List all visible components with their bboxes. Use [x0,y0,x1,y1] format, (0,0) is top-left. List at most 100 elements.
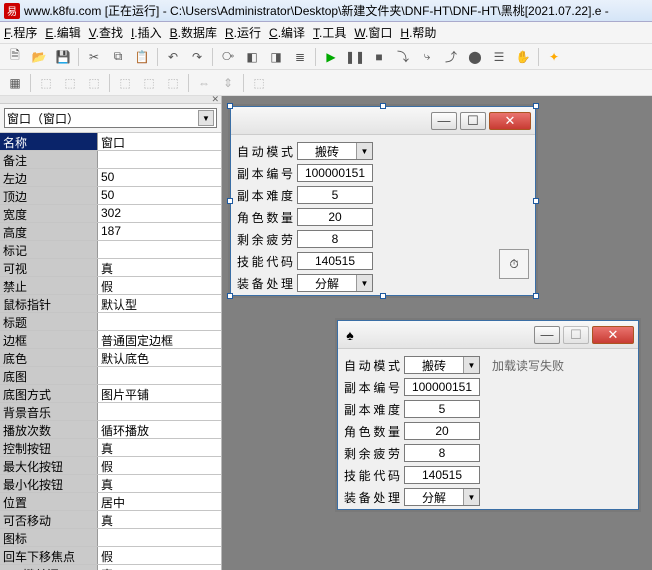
stop-icon[interactable]: ■ [368,46,390,68]
property-value[interactable]: 187 [98,223,221,240]
property-row[interactable]: 顶边50 [0,187,221,205]
menu-item[interactable]: I.插入 [131,24,162,41]
align-bot-icon[interactable]: ⬚ [162,72,184,94]
run-icon[interactable]: ▶ [320,46,342,68]
property-row[interactable]: 播放次数循环播放 [0,421,221,439]
property-row[interactable]: 边框普通固定边框 [0,331,221,349]
form-input[interactable]: 20 [297,208,373,226]
property-row[interactable]: 名称窗口 [0,133,221,151]
property-row[interactable]: 图标 [0,529,221,547]
align-mid-icon[interactable]: ⬚ [138,72,160,94]
grid-icon[interactable]: ▦ [4,72,26,94]
hand-icon[interactable]: ✋ [512,46,534,68]
menu-item[interactable]: B.数据库 [170,24,217,41]
step-into-icon[interactable]: ⤷ [416,46,438,68]
timer-button[interactable]: ⏱ [499,249,529,279]
property-row[interactable]: 底图方式图片平铺 [0,385,221,403]
property-value[interactable]: 50 [98,169,221,186]
align-center-icon[interactable]: ⬚ [59,72,81,94]
form-select[interactable]: 分解▼ [404,488,480,506]
property-value[interactable]: 图片平铺 [98,385,221,402]
close-icon[interactable]: ✕ [489,112,531,130]
chevron-down-icon[interactable]: ▼ [356,143,372,159]
property-row[interactable]: 宽度302 [0,205,221,223]
property-value[interactable]: 真 [98,511,221,528]
form-input[interactable]: 100000151 [404,378,480,396]
property-value[interactable] [98,529,221,546]
breakpoint-icon[interactable]: ⬤ [464,46,486,68]
property-row[interactable]: 可否移动真 [0,511,221,529]
form-input[interactable]: 20 [404,422,480,440]
chevron-down-icon[interactable]: ▼ [356,275,372,291]
property-value[interactable]: 302 [98,205,221,222]
property-row[interactable]: 可视真 [0,259,221,277]
chevron-down-icon[interactable]: ▼ [198,110,214,126]
chevron-down-icon[interactable]: ▼ [463,489,479,505]
property-value[interactable] [98,241,221,258]
list-icon[interactable]: ≣ [289,46,311,68]
form-select[interactable]: 搬砖▼ [297,142,373,160]
property-value[interactable]: 真 [98,565,221,570]
property-value[interactable]: 循环播放 [98,421,221,438]
menu-item[interactable]: F.程序 [4,24,37,41]
property-row[interactable]: 最大化按钮假 [0,457,221,475]
minimize-icon[interactable]: — [534,326,560,344]
property-row[interactable]: 禁止假 [0,277,221,295]
align-top-icon[interactable]: ⬚ [114,72,136,94]
property-grid[interactable]: 名称窗口备注左边50顶边50宽度302高度187标记可视真禁止假鼠标指针默认型标… [0,132,221,570]
property-value[interactable]: 50 [98,187,221,204]
chevron-down-icon[interactable]: ▼ [463,357,479,373]
property-value[interactable] [98,151,221,168]
property-value[interactable] [98,313,221,330]
menu-item[interactable]: T.工具 [313,24,346,41]
form-input[interactable]: 5 [404,400,480,418]
property-value[interactable]: 居中 [98,493,221,510]
property-row[interactable]: 高度187 [0,223,221,241]
menubar[interactable]: F.程序E.编辑V.查找I.插入B.数据库R.运行C.编译T.工具W.窗口H.帮… [0,22,652,44]
runtime-window-titlebar[interactable]: ♠ — ☐ ✕ [338,321,638,349]
dist-v-icon[interactable]: ⇕ [217,72,239,94]
menu-item[interactable]: C.编译 [269,24,305,41]
property-row[interactable]: 备注 [0,151,221,169]
maximize-icon[interactable]: ☐ [563,326,589,344]
dist-h-icon[interactable]: ⇔ [193,72,215,94]
align-left-icon[interactable]: ⬚ [35,72,57,94]
close-icon[interactable]: ✕ [592,326,634,344]
redo-icon[interactable]: ↷ [186,46,208,68]
form-input[interactable]: 8 [297,230,373,248]
undo-icon[interactable]: ↶ [162,46,184,68]
property-value[interactable]: 真 [98,475,221,492]
property-row[interactable]: 鼠标指针默认型 [0,295,221,313]
property-row[interactable]: 回车下移焦点假 [0,547,221,565]
property-value[interactable] [98,367,221,384]
form-input[interactable]: 5 [297,186,373,204]
property-value[interactable]: 假 [98,547,221,564]
breakpoints-icon[interactable]: ☰ [488,46,510,68]
property-row[interactable]: 标题 [0,313,221,331]
save-icon[interactable]: 💾 [52,46,74,68]
find-icon[interactable]: ⧂ [217,46,239,68]
form-select[interactable]: 分解▼ [297,274,373,292]
property-row[interactable]: Esc键关闭真 [0,565,221,570]
property-row[interactable]: 标记 [0,241,221,259]
paste-icon[interactable]: 📋 [131,46,153,68]
property-value[interactable]: 默认底色 [98,349,221,366]
property-value[interactable]: 假 [98,457,221,474]
property-row[interactable]: 最小化按钮真 [0,475,221,493]
bookmark-icon[interactable]: ◧ [241,46,263,68]
property-value[interactable]: 真 [98,259,221,276]
new-icon[interactable]: 🗎 [4,46,26,68]
step-out-icon[interactable]: ⤴ [440,46,462,68]
minimize-icon[interactable]: — [431,112,457,130]
form-input[interactable]: 140515 [297,252,373,270]
object-selector[interactable]: 窗口（窗口） ▼ [4,108,217,128]
property-row[interactable]: 背景音乐 [0,403,221,421]
property-row[interactable]: 位置居中 [0,493,221,511]
runtime-window[interactable]: ♠ — ☐ ✕ 自动模式搬砖▼副本编号100000151副本难度5角色数量20剩… [337,320,639,510]
maximize-icon[interactable]: ☐ [460,112,486,130]
property-value[interactable] [98,403,221,420]
menu-item[interactable]: H.帮助 [400,24,436,41]
cut-icon[interactable]: ✂ [83,46,105,68]
step-over-icon[interactable]: ⤵ [392,46,414,68]
property-row[interactable]: 底图 [0,367,221,385]
